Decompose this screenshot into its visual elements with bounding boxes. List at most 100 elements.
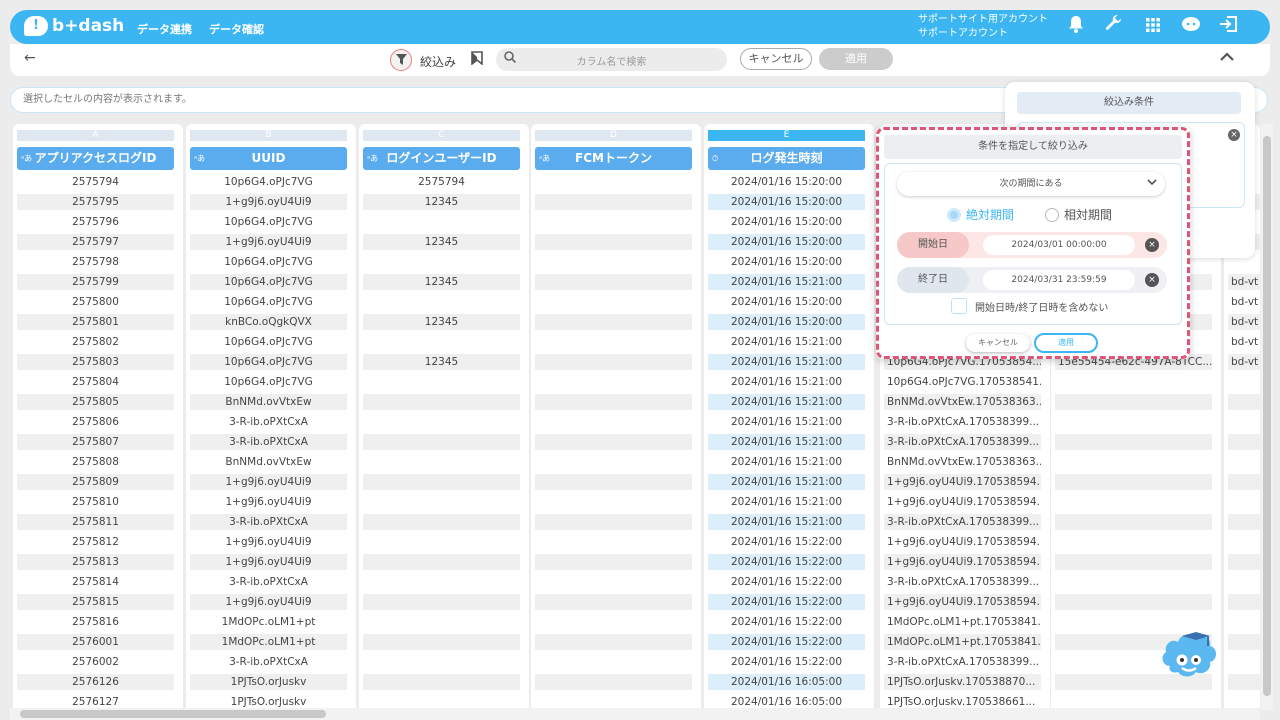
table-cell[interactable]: [535, 554, 692, 570]
table-cell[interactable]: 2575806: [17, 414, 174, 430]
column-search[interactable]: カラム名で検索: [496, 48, 727, 71]
radio-absolute-period[interactable]: 絶対期間: [947, 206, 1014, 223]
table-cell[interactable]: 2024/01/16 15:20:00: [708, 194, 865, 210]
table-cell[interactable]: [1055, 574, 1212, 590]
table-cell[interactable]: 2575805: [17, 394, 174, 410]
table-cell[interactable]: [1228, 434, 1260, 450]
table-cell[interactable]: [535, 514, 692, 530]
table-cell[interactable]: 2024/01/16 15:21:00: [708, 274, 865, 290]
table-cell[interactable]: [1228, 634, 1260, 650]
table-cell[interactable]: [1228, 614, 1260, 630]
table-cell[interactable]: [535, 174, 692, 190]
column-header[interactable]: ⏱ ログ発生時刻: [708, 147, 865, 170]
column-header[interactable]: ᵃあ UUID: [190, 147, 347, 170]
table-cell[interactable]: [535, 494, 692, 510]
table-cell[interactable]: [535, 454, 692, 470]
table-cell[interactable]: 10p6G4.oPJc7VG: [190, 354, 347, 370]
table-cell[interactable]: 2024/01/16 15:20:00: [708, 234, 865, 250]
support-chat-icon[interactable]: [1179, 15, 1203, 39]
table-cell[interactable]: 2024/01/16 15:21:00: [708, 414, 865, 430]
table-cell[interactable]: [363, 654, 520, 670]
table-cell[interactable]: bd-vt: [1228, 314, 1260, 330]
table-cell[interactable]: bd-vt: [1228, 274, 1260, 290]
table-cell[interactable]: 10p6G4.oPJc7VG: [190, 174, 347, 190]
table-cell[interactable]: 2024/01/16 15:22:00: [708, 534, 865, 550]
popup-apply-button[interactable]: 適用: [1034, 333, 1098, 353]
table-cell[interactable]: 3-R-ib.oPXtCxA.170538399...: [884, 654, 1041, 670]
table-cell[interactable]: BnNMd.ovVtxEw.170538363...: [884, 394, 1041, 410]
table-cell[interactable]: 2024/01/16 15:20:00: [708, 294, 865, 310]
table-cell[interactable]: 2024/01/16 15:21:00: [708, 494, 865, 510]
table-cell[interactable]: 2024/01/16 15:22:00: [708, 554, 865, 570]
popup-cancel-button[interactable]: キャンセル: [966, 334, 1030, 352]
table-cell[interactable]: [363, 254, 520, 270]
table-cell[interactable]: [363, 294, 520, 310]
table-cell[interactable]: 2575811: [17, 514, 174, 530]
table-cell[interactable]: 2024/01/16 15:22:00: [708, 574, 865, 590]
table-cell[interactable]: [363, 534, 520, 550]
table-cell[interactable]: 3-R-ib.oPXtCxA.170538399...: [884, 514, 1041, 530]
table-cell[interactable]: 2024/01/16 15:22:00: [708, 614, 865, 630]
table-cell[interactable]: 10p6G4.oPJc7VG: [190, 374, 347, 390]
filter-label[interactable]: 絞込み: [420, 53, 456, 70]
table-cell[interactable]: 12345: [363, 314, 520, 330]
table-cell[interactable]: 2024/01/16 15:22:00: [708, 654, 865, 670]
column-letter[interactable]: D: [535, 130, 692, 141]
table-cell[interactable]: 2024/01/16 15:22:00: [708, 634, 865, 650]
table-cell[interactable]: 2024/01/16 15:21:00: [708, 374, 865, 390]
back-arrow-icon[interactable]: ←: [24, 50, 36, 66]
table-cell[interactable]: bd-vt: [1228, 294, 1260, 310]
table-cell[interactable]: BnNMd.ovVtxEw.170538363...: [884, 454, 1041, 470]
table-cell[interactable]: [363, 574, 520, 590]
table-cell[interactable]: 1+g9j6.oyU4Ui9.170538594...: [884, 534, 1041, 550]
table-cell[interactable]: 12345: [363, 354, 520, 370]
table-cell[interactable]: 2575813: [17, 554, 174, 570]
table-cell[interactable]: 2024/01/16 15:20:00: [708, 174, 865, 190]
table-cell[interactable]: 2575815: [17, 594, 174, 610]
table-cell[interactable]: [535, 314, 692, 330]
table-cell[interactable]: [1228, 394, 1260, 410]
table-cell[interactable]: 3-R-ib.oPXtCxA: [190, 434, 347, 450]
account-info[interactable]: サポートサイト用アカウント サポートアカウント: [918, 13, 1048, 41]
table-cell[interactable]: [363, 494, 520, 510]
table-cell[interactable]: [535, 374, 692, 390]
table-cell[interactable]: 2024/01/16 15:20:00: [708, 314, 865, 330]
filter-funnel-icon[interactable]: [390, 49, 412, 71]
table-cell[interactable]: 2575803: [17, 354, 174, 370]
table-cell[interactable]: 3-R-ib.oPXtCxA: [190, 514, 347, 530]
nav-data-check[interactable]: データ確認: [209, 21, 264, 37]
table-cell[interactable]: 2575797: [17, 234, 174, 250]
table-cell[interactable]: [363, 374, 520, 390]
table-cell[interactable]: 2576002: [17, 654, 174, 670]
table-cell[interactable]: [535, 294, 692, 310]
table-cell[interactable]: [363, 214, 520, 230]
table-cell[interactable]: 1+g9j6.oyU4Ui9: [190, 234, 347, 250]
table-cell[interactable]: 1PJTsO.orJuskv: [190, 674, 347, 690]
table-cell[interactable]: 1+g9j6.oyU4Ui9.170538594...: [884, 594, 1041, 610]
end-date-input[interactable]: 2024/03/31 23:59:59: [983, 270, 1135, 290]
table-cell[interactable]: 1+g9j6.oyU4Ui9.170538594...: [884, 474, 1041, 490]
clear-start-date-icon[interactable]: ×: [1145, 238, 1159, 252]
vertical-scrollbar[interactable]: [1261, 124, 1273, 710]
table-cell[interactable]: 2024/01/16 15:20:00: [708, 254, 865, 270]
table-cell[interactable]: bd-vt: [1228, 354, 1260, 370]
table-cell[interactable]: knBCo.oQgkQVX: [190, 314, 347, 330]
table-cell[interactable]: 2575802: [17, 334, 174, 350]
start-date-input[interactable]: 2024/03/01 00:00:00: [983, 235, 1135, 255]
table-cell[interactable]: 1+g9j6.oyU4Ui9: [190, 494, 347, 510]
table-cell[interactable]: [535, 254, 692, 270]
table-cell[interactable]: 2024/01/16 15:21:00: [708, 334, 865, 350]
table-cell[interactable]: 2024/01/16 15:21:00: [708, 454, 865, 470]
table-cell[interactable]: [1055, 594, 1212, 610]
table-cell[interactable]: [363, 674, 520, 690]
table-cell[interactable]: 12345: [363, 274, 520, 290]
table-cell[interactable]: [1055, 554, 1212, 570]
radio-relative-period[interactable]: 相対期間: [1045, 206, 1112, 223]
column-header[interactable]: ᵃあ FCMトークン: [535, 147, 692, 170]
table-cell[interactable]: [535, 614, 692, 630]
clear-end-date-icon[interactable]: ×: [1145, 273, 1159, 287]
table-cell[interactable]: 3-R-ib.oPXtCxA.170538399...: [884, 434, 1041, 450]
table-cell[interactable]: 10p6G4.oPJc7VG: [190, 334, 347, 350]
nav-data-integration[interactable]: データ連携: [137, 21, 192, 37]
vertical-scroll-thumb[interactable]: [1263, 136, 1271, 696]
